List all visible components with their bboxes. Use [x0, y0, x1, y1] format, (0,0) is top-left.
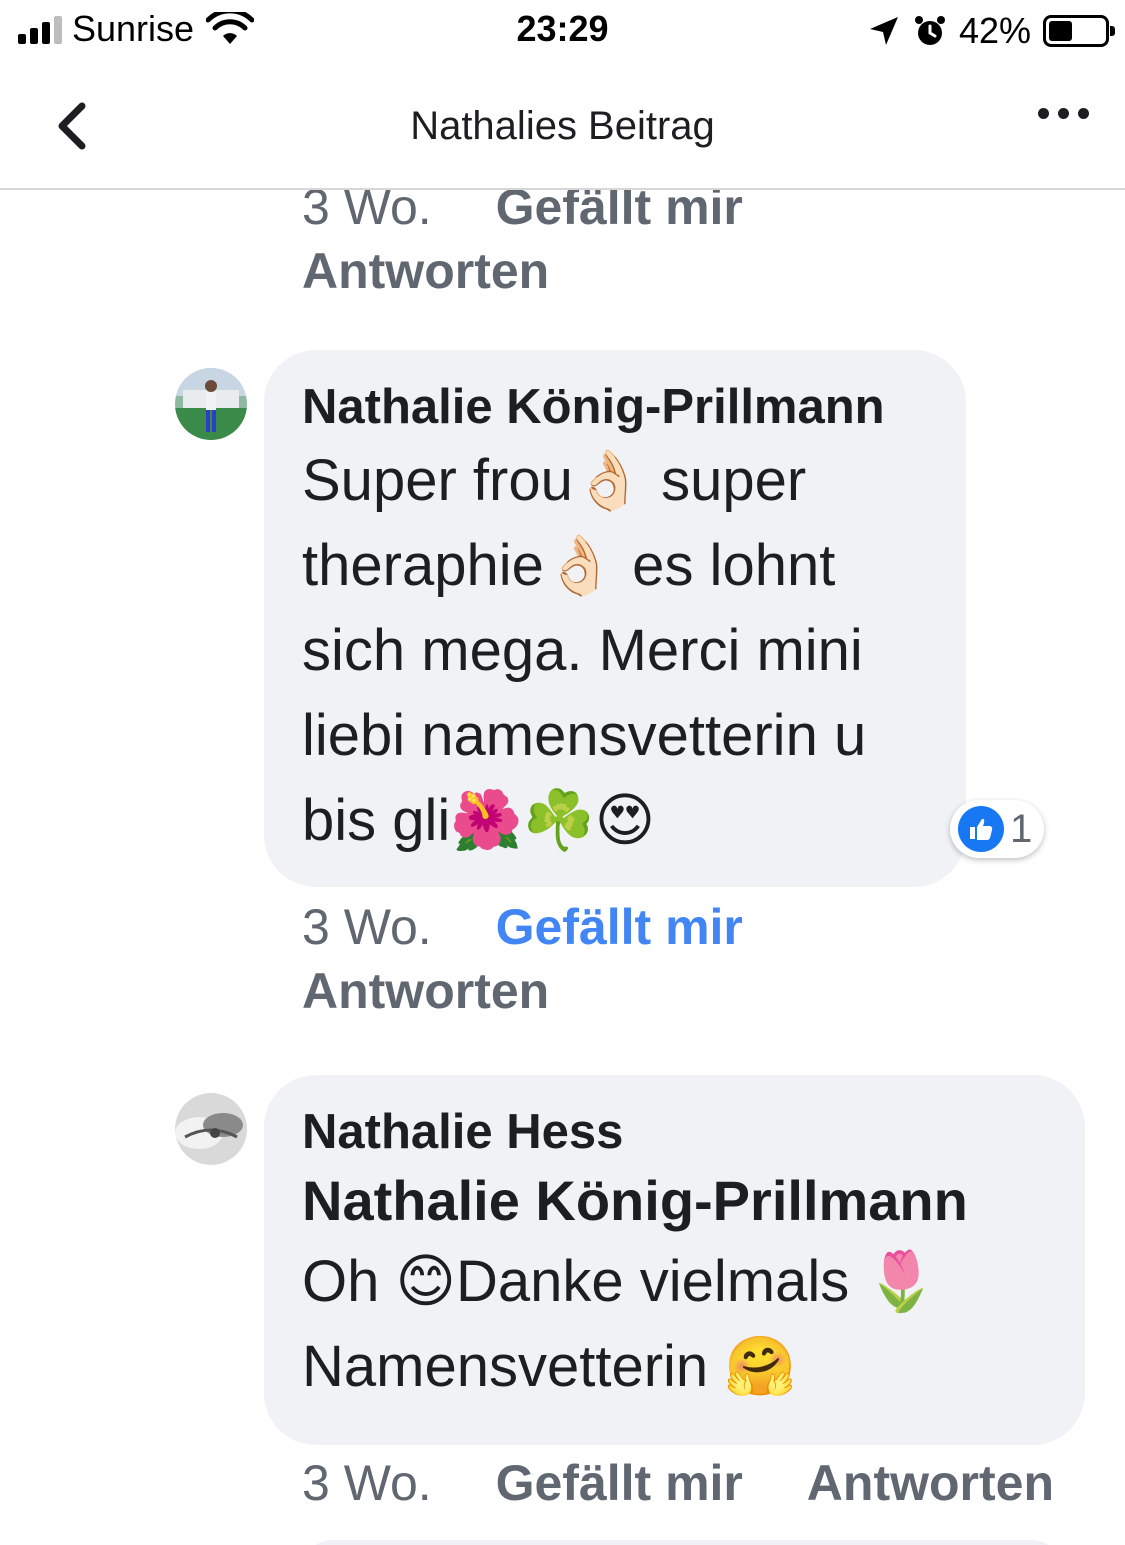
comment-actions: 3 Wo. Gefällt mir Antworten: [302, 1454, 1054, 1512]
comment-bubble-next: [302, 1540, 1062, 1545]
comment-text-line: theraphie👌🏻 es lohnt: [302, 533, 836, 598]
more-dots-icon: [1038, 108, 1049, 119]
comment-actions-previous: 3 Wo. Gefällt mir Antworten: [302, 190, 743, 300]
reply-button[interactable]: Antworten: [807, 1454, 1054, 1512]
status-right: 42%: [867, 10, 1115, 52]
avatar[interactable]: [175, 1093, 247, 1165]
reaction-count: 1: [1010, 806, 1033, 851]
more-options-button[interactable]: [1038, 108, 1089, 119]
location-arrow-icon: [869, 17, 898, 45]
reply-button[interactable]: Antworten: [302, 962, 743, 1020]
battery-percentage: 42%: [958, 10, 1031, 51]
avatar-photo: [175, 368, 247, 440]
comment-timestamp: 3 Wo.: [302, 899, 432, 955]
avatar-photo: [175, 1093, 247, 1165]
comment-actions: 3 Wo. Gefällt mir Antworten: [302, 898, 743, 1020]
comment-bubble: Nathalie König-Prillmann Super frou👌🏻 su…: [264, 350, 966, 887]
comment-text-line: liebi namensvetterin u: [302, 703, 867, 768]
thumbs-up-icon: [958, 806, 1004, 852]
comment-text-line: bis gli🌺☘️😍: [302, 788, 656, 853]
reply-button[interactable]: Antworten: [302, 242, 743, 300]
comment-text-line: sich mega. Merci mini: [302, 618, 863, 683]
reaction-count-badge[interactable]: 1: [950, 800, 1045, 858]
thumbs-up-glyph: [970, 818, 993, 840]
comment-text-line: Namensvetterin 🤗: [302, 1334, 797, 1399]
mentioned-user[interactable]: Nathalie König-Prillmann: [302, 1163, 1047, 1239]
comment-bubble: Nathalie Hess Nathalie König-Prillmann O…: [264, 1075, 1085, 1445]
comment-text-line: Super frou👌🏻 super: [302, 448, 807, 513]
page-title: Nathalies Beitrag: [410, 104, 715, 148]
alarm-icon: [914, 16, 945, 45]
comments-list: 3 Wo. Gefällt mir Antworten Nathalie Kön…: [0, 190, 1125, 1545]
battery-level: [1049, 21, 1072, 41]
comment-timestamp: 3 Wo.: [302, 1455, 432, 1511]
more-dot: [1058, 108, 1069, 119]
status-bar: Sunrise 23:29 42%: [0, 0, 1125, 62]
navigation-bar: Nathalies Beitrag: [0, 62, 1125, 190]
avatar[interactable]: [175, 368, 247, 440]
like-button[interactable]: Gefällt mir: [496, 190, 743, 236]
battery-icon: [1043, 15, 1115, 47]
more-dot: [1078, 108, 1089, 119]
like-button[interactable]: Gefällt mir: [496, 898, 743, 956]
comment-author[interactable]: Nathalie König-Prillmann: [302, 376, 928, 438]
comment-author[interactable]: Nathalie Hess: [302, 1101, 1047, 1163]
like-button[interactable]: Gefällt mir: [496, 1454, 743, 1512]
comment-text-line: Oh 😊Danke vielmals 🌷: [302, 1249, 938, 1314]
comment-timestamp: 3 Wo.: [302, 190, 432, 235]
